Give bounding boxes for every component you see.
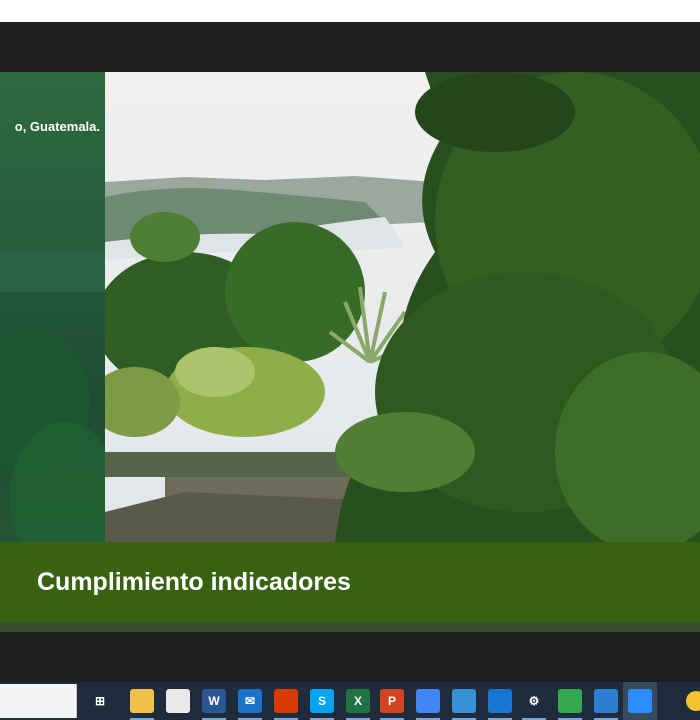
mail-icon[interactable]: ✉ — [238, 689, 262, 713]
chrome-icon[interactable] — [416, 689, 440, 713]
slide-title: Cumplimiento indicadores — [37, 568, 351, 596]
top-strip — [0, 0, 700, 22]
laptop-icon[interactable] — [452, 689, 476, 713]
taskbar-search-box[interactable] — [0, 684, 77, 718]
slide-title-bar: Cumplimiento indicadores — [0, 542, 700, 622]
slide-caption: o, Guatemala. — [14, 119, 100, 134]
chrome-profile-icon[interactable] — [558, 689, 582, 713]
windows-taskbar: ⊞ W ✉ S X P ⚙ — [0, 682, 700, 720]
viewer-bottom-bar — [0, 632, 700, 682]
weather-icon[interactable] — [686, 691, 700, 711]
calendar-icon[interactable] — [488, 689, 512, 713]
skype-icon[interactable]: S — [310, 689, 334, 713]
forest-photo — [105, 72, 700, 542]
presentation-slide: o, Guatemala. Cumplimiento indicadores — [0, 72, 700, 632]
excel-icon[interactable]: X — [346, 689, 370, 713]
settings-icon[interactable]: ⚙ — [522, 689, 546, 713]
file-explorer-icon[interactable] — [130, 689, 154, 713]
photos-icon[interactable] — [594, 689, 618, 713]
office-icon[interactable] — [274, 689, 298, 713]
zoom-icon[interactable] — [628, 689, 652, 713]
powerpoint-icon[interactable]: P — [380, 689, 404, 713]
word-icon[interactable]: W — [202, 689, 226, 713]
viewer-top-bar — [0, 22, 700, 72]
slide-left-panel: o, Guatemala. — [0, 72, 105, 542]
store-icon[interactable] — [166, 689, 190, 713]
task-view-icon[interactable]: ⊞ — [88, 689, 112, 713]
